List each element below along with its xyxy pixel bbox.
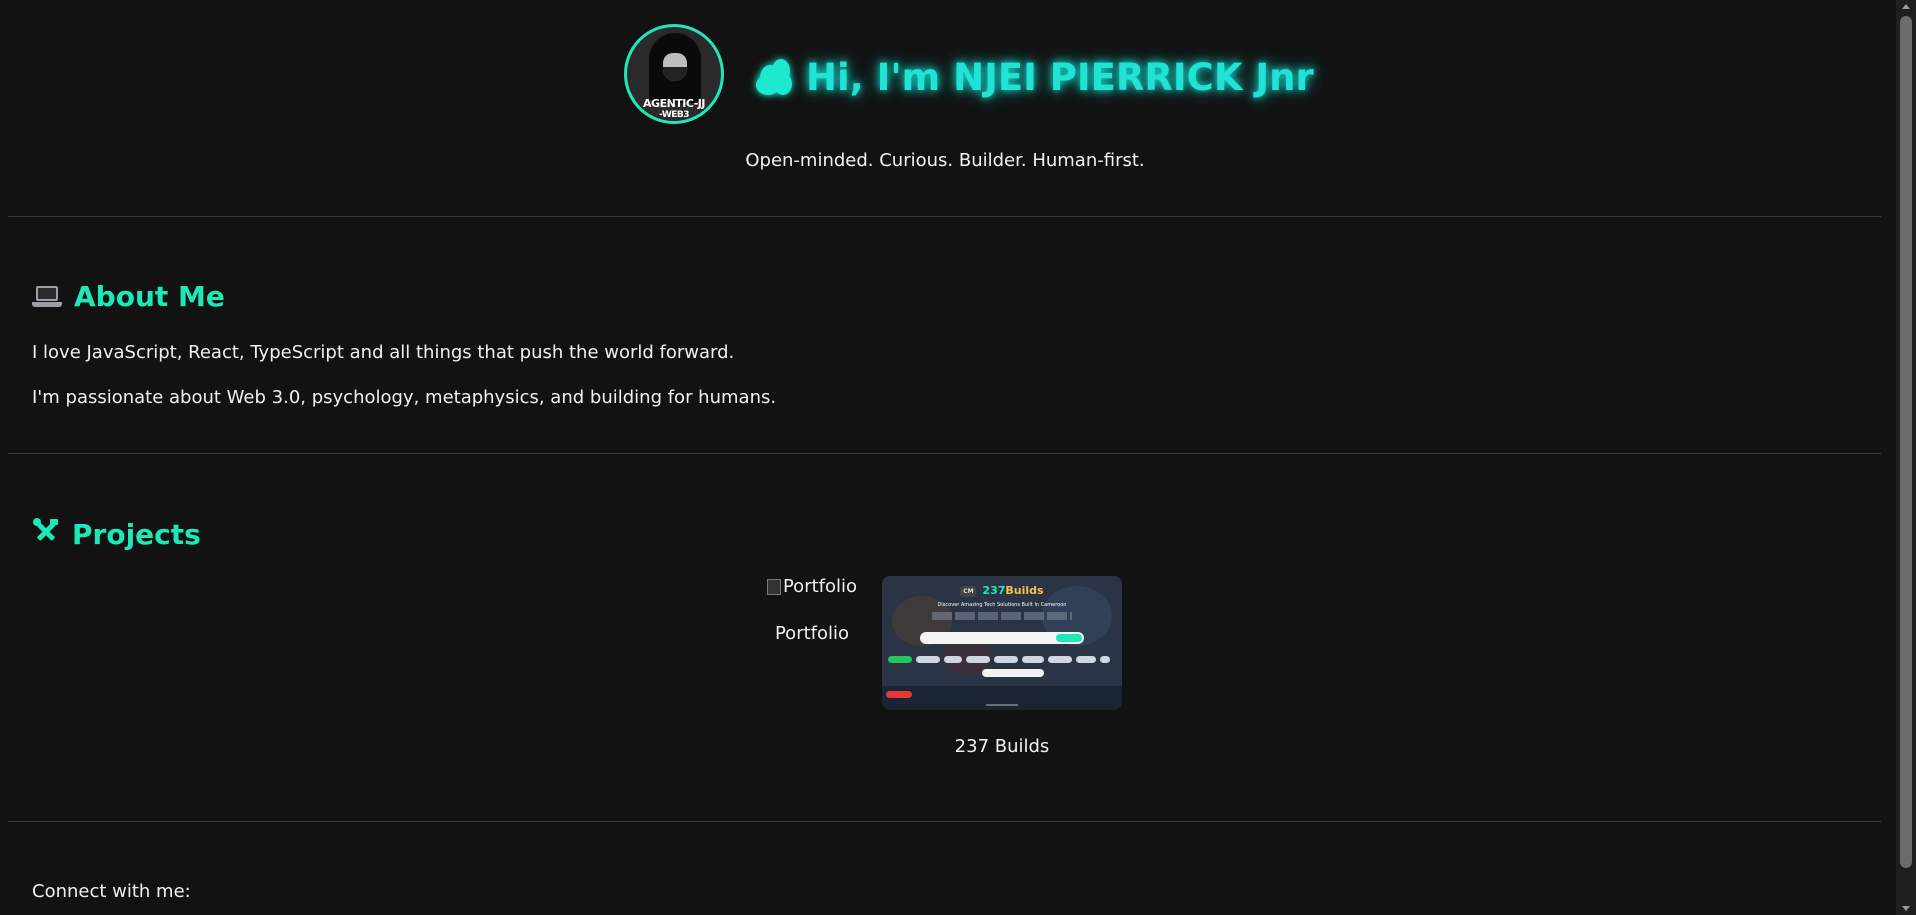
page: AGENTIC-JJ -WEB3 Hi, I'm NJEI PIERRICK J…	[0, 0, 1896, 915]
thumb-subtext	[932, 612, 1072, 620]
scrollbar[interactable]	[1896, 0, 1916, 915]
project-label: Portfolio	[774, 622, 850, 644]
hero-header: AGENTIC-JJ -WEB3 Hi, I'm NJEI PIERRICK J…	[0, 0, 1896, 216]
project-card-portfolio[interactable]: Portfolio Portfolio	[766, 576, 858, 644]
wave-hand-icon	[754, 57, 792, 97]
avatar: AGENTIC-JJ -WEB3	[624, 24, 724, 124]
divider	[8, 821, 1881, 822]
greeting-row: Hi, I'm NJEI PIERRICK Jnr	[754, 52, 1314, 102]
thumb-search	[920, 632, 1084, 644]
divider	[8, 216, 1881, 217]
project-label-237-builds[interactable]: 237 Builds	[882, 736, 1122, 757]
avatar-caption-line1: AGENTIC-JJ	[643, 97, 705, 110]
avatar-caption-line2: -WEB3	[658, 110, 690, 120]
about-paragraph-2: I'm passionate about Web 3.0, psychology…	[32, 387, 777, 408]
page-title: Hi, I'm NJEI PIERRICK Jnr	[806, 55, 1314, 99]
about-paragraph-1: I love JavaScript, React, TypeScript and…	[32, 342, 735, 363]
scroll-thumb[interactable]	[1900, 16, 1912, 868]
thumb-headline: Discover Amazing Tech Solutions Built In…	[937, 602, 1067, 608]
project-image-237-builds[interactable]: CM 237Builds Discover Amazing Tech Soluti…	[882, 576, 1122, 710]
scroll-down-icon[interactable]	[1902, 906, 1910, 911]
connect-label: Connect with me:	[32, 881, 191, 902]
scroll-up-icon[interactable]	[1902, 4, 1910, 9]
about-heading: About Me	[32, 280, 225, 313]
divider	[8, 453, 1881, 454]
thumb-logo: CM 237Builds	[882, 584, 1122, 597]
thumb-footer	[882, 686, 1122, 710]
broken-image-icon	[766, 578, 781, 595]
thumb-select	[982, 669, 1044, 677]
project-image-portfolio[interactable]: Portfolio	[766, 576, 858, 597]
projects-title: Projects	[72, 517, 201, 551]
thumb-chips	[888, 656, 1122, 664]
tools-icon	[32, 517, 60, 551]
projects-heading: Projects	[32, 517, 201, 551]
about-title: About Me	[74, 280, 225, 313]
project-image-alt: Portfolio	[782, 576, 858, 597]
tagline: Open-minded. Curious. Builder. Human-fir…	[745, 150, 1145, 171]
laptop-icon	[32, 285, 62, 308]
